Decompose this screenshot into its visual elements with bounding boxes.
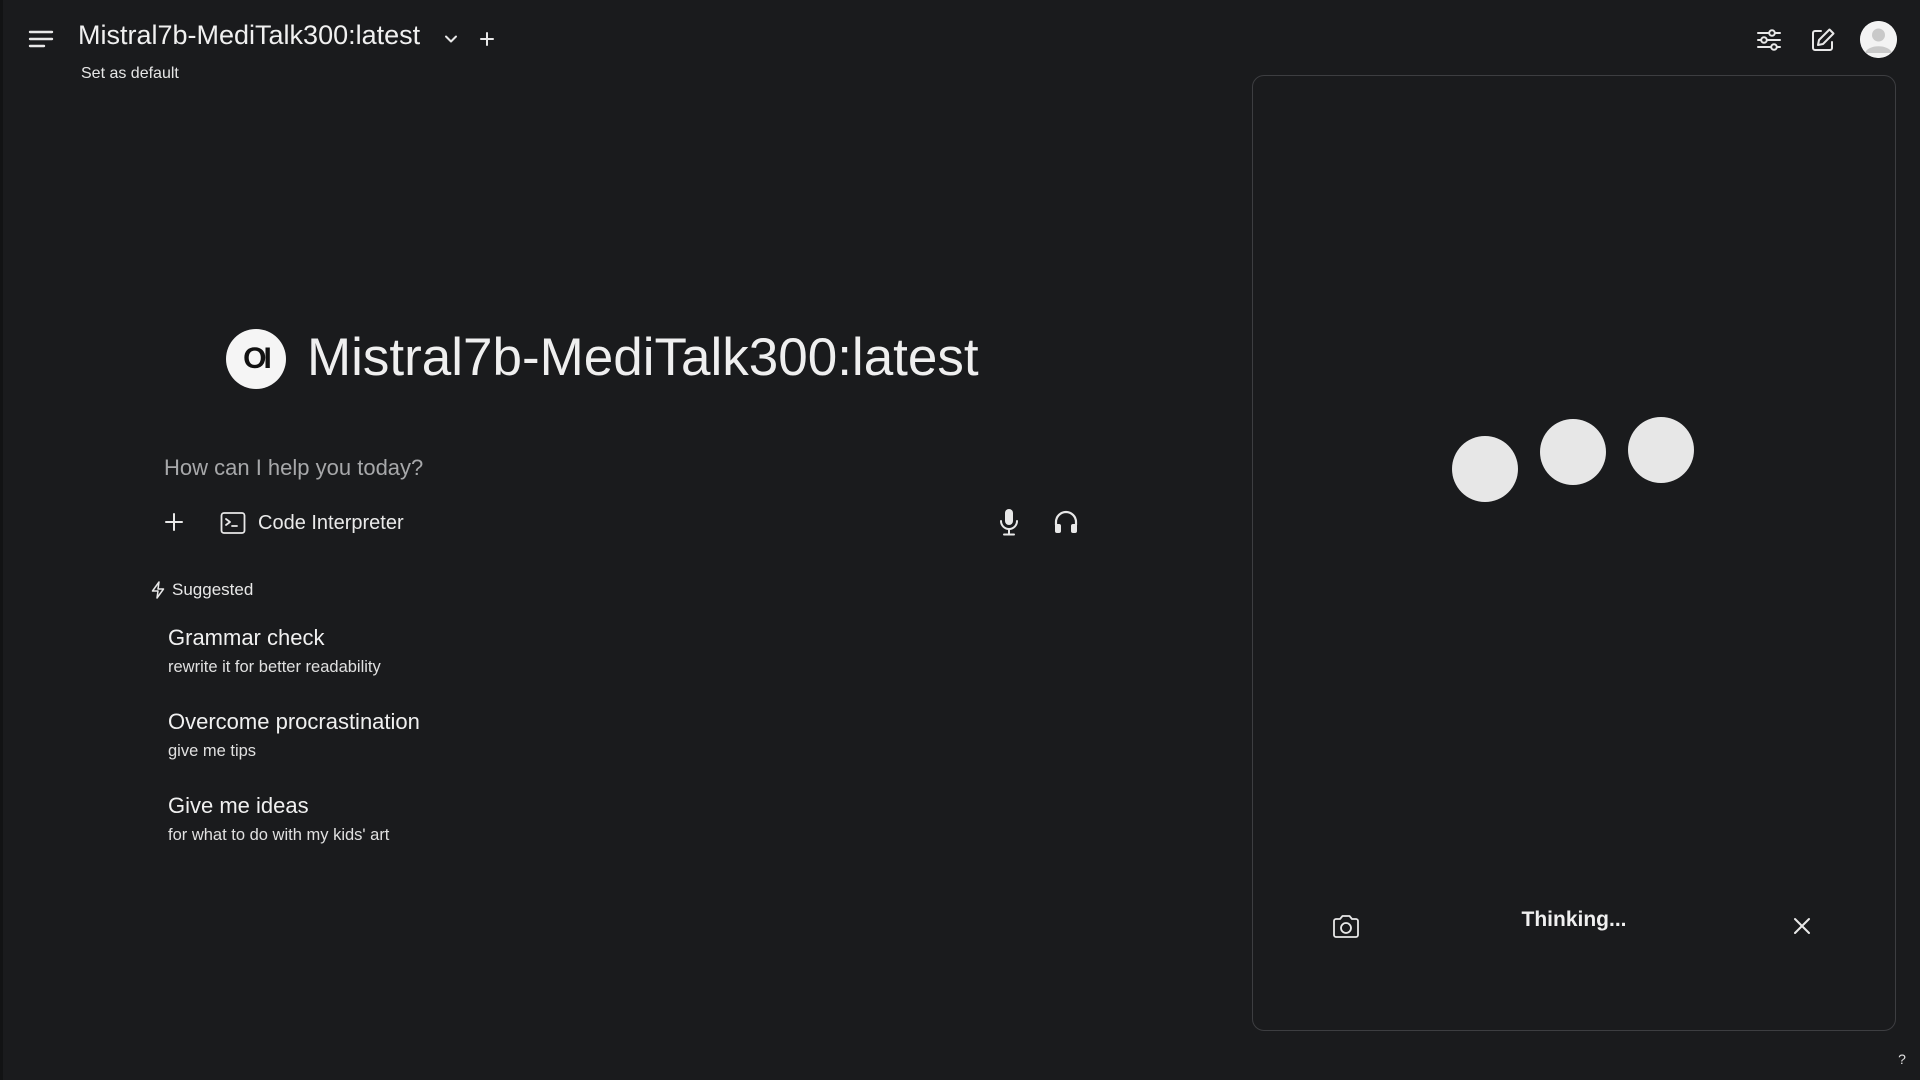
user-avatar[interactable]	[1860, 21, 1897, 58]
model-logo: OI	[226, 329, 286, 389]
close-icon	[1794, 918, 1810, 934]
pencil-square-icon	[1812, 28, 1835, 51]
user-avatar-icon	[1860, 21, 1897, 58]
left-edge-divider	[0, 0, 3, 1080]
model-selector-dropdown[interactable]	[440, 28, 462, 50]
suggestion-subtitle: give me tips	[168, 742, 257, 760]
help-button[interactable]: ?	[1894, 1051, 1910, 1071]
model-logo-text: OI	[243, 342, 272, 375]
sidebar-toggle-button[interactable]	[24, 24, 58, 54]
suggestion-title: Overcome procrastination	[168, 709, 420, 734]
code-interpreter-toggle[interactable]: Code Interpreter	[220, 508, 404, 538]
model-selector-label[interactable]: Mistral7b-MediTalk300:latest	[78, 20, 420, 51]
thinking-dot-3	[1628, 417, 1694, 483]
thinking-dot-1	[1452, 436, 1518, 502]
terminal-icon	[220, 512, 246, 534]
add-model-button[interactable]	[476, 28, 498, 50]
plus-icon	[480, 32, 494, 46]
suggestion-title: Grammar check	[168, 625, 325, 650]
camera-icon	[1333, 915, 1359, 938]
chat-controls-button[interactable]	[1751, 22, 1787, 58]
suggestion-subtitle: rewrite it for better readability	[168, 658, 381, 676]
suggestion-title: Give me ideas	[168, 793, 309, 818]
call-status-text: Thinking...	[1521, 908, 1627, 931]
lightning-bolt-icon	[151, 581, 165, 599]
suggestion-item[interactable]: Give me ideas for what to do with my kid…	[168, 792, 688, 847]
headphones-icon	[1054, 510, 1078, 533]
new-chat-button[interactable]	[1805, 22, 1841, 58]
attach-button[interactable]	[160, 508, 188, 536]
page-title: Mistral7b-MediTalk300:latest	[307, 328, 979, 387]
sliders-icon	[1757, 29, 1781, 51]
suggested-label: Suggested	[172, 580, 254, 599]
thinking-dot-2	[1540, 419, 1606, 485]
close-call-button[interactable]	[1788, 912, 1816, 940]
suggestion-item[interactable]: Overcome procrastination give me tips	[168, 708, 688, 763]
camera-button[interactable]	[1329, 910, 1363, 944]
suggestion-subtitle: for what to do with my kids' art	[168, 826, 390, 844]
voice-call-panel	[1252, 75, 1896, 1031]
app-window: Mistral7b-MediTalk300:latest Set as defa…	[0, 0, 1920, 1080]
microphone-icon	[1000, 509, 1018, 536]
set-as-default-link[interactable]: Set as default	[81, 65, 179, 83]
voice-input-button[interactable]	[995, 507, 1023, 537]
hamburger-menu-icon	[28, 30, 54, 48]
voice-mode-button[interactable]	[1051, 507, 1081, 537]
suggested-header: Suggested	[150, 580, 253, 600]
suggestion-item[interactable]: Grammar check rewrite it for better read…	[168, 624, 688, 679]
plus-icon	[165, 513, 183, 531]
code-interpreter-label: Code Interpreter	[258, 511, 404, 534]
chevron-down-icon	[445, 35, 457, 43]
chat-input[interactable]	[162, 448, 1062, 488]
